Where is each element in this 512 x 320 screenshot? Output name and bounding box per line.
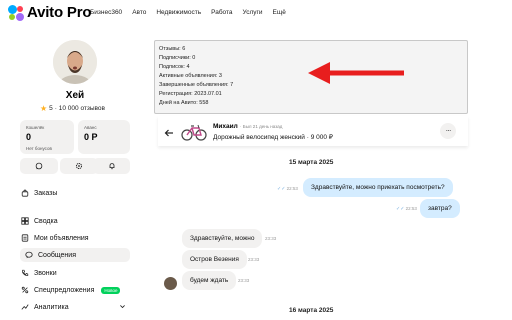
sidebar-item-special-offers[interactable]: Спецпредложения Новое — [20, 283, 121, 297]
ad-title[interactable]: Дорожный велосипед женский · 9 000 ₽ — [213, 133, 333, 141]
message-time: 23:33 — [265, 236, 277, 241]
top-nav: Бизнес360 Авто Недвижимость Работа Услуг… — [90, 9, 286, 16]
avito-pro-logo[interactable]: Avito Pro — [8, 4, 92, 21]
nav-realty[interactable]: Недвижимость — [156, 9, 201, 16]
date-separator: 15 марта 2025 — [289, 159, 334, 166]
sidebar-item-summary[interactable]: Сводка — [20, 214, 58, 228]
chevron-down-icon[interactable] — [119, 303, 126, 312]
avatar[interactable] — [53, 40, 97, 84]
support-button[interactable] — [20, 158, 58, 174]
nav-more[interactable]: Ещё — [273, 9, 286, 16]
sidebar-item-label: Спецпредложения — [34, 286, 95, 294]
wallet-value: 0 — [26, 132, 32, 142]
reviews-count: · 10 000 отзывов — [54, 105, 106, 112]
nav-services[interactable]: Услуги — [243, 9, 263, 16]
chat-header: Михаил · Был 21 день назад Дорожный вело… — [158, 116, 468, 146]
info-finished-ads: Завершенные объявления: 7 — [159, 82, 234, 88]
message-time: ✓✓ 22:53 — [396, 206, 417, 212]
sidebar-item-orders[interactable]: Заказы — [20, 186, 57, 200]
red-arrow-annotation — [308, 62, 404, 84]
info-days-on-avito: Дней на Авито: 558 — [159, 100, 209, 106]
info-subscriptions: Подписок: 4 — [159, 64, 190, 70]
nav-jobs[interactable]: Работа — [211, 9, 232, 16]
bell-icon — [109, 163, 114, 170]
message-time: 23:33 — [238, 278, 250, 283]
chart-icon — [20, 303, 29, 312]
percent-icon — [20, 286, 29, 295]
star-icon: ★ — [40, 104, 48, 113]
outgoing-message: завтра? — [420, 199, 460, 218]
outgoing-message: Здравствуйте, можно приехать посмотреть? — [303, 178, 453, 197]
nav-business360[interactable]: Бизнес360 — [90, 9, 122, 16]
sidebar-item-label: Аналитика — [34, 303, 69, 311]
contact-avatar[interactable] — [164, 277, 177, 290]
grid-icon — [20, 217, 29, 226]
read-checks-icon: ✓✓ — [396, 206, 405, 212]
wallet-card[interactable]: Кошелёк 0 Нет бонусов — [20, 120, 74, 154]
sidebar-item-label: Сообщения — [38, 251, 76, 259]
info-registration: Регистрация: 2023.07.01 — [159, 91, 222, 97]
wallet-label: Кошелёк — [26, 125, 45, 130]
date-separator: 16 марта 2025 — [289, 307, 334, 314]
sidebar-item-label: Мои объявления — [34, 234, 89, 242]
incoming-message: Остров Везения — [182, 250, 247, 269]
top-bar: Avito Pro Бизнес360 Авто Недвижимость Ра… — [0, 0, 512, 26]
more-options-button[interactable]: ··· — [440, 123, 456, 139]
rating[interactable]: ★ 5 · 10 000 отзывов — [40, 104, 105, 113]
info-active-ads: Активные объявления: 3 — [159, 73, 222, 79]
read-checks-icon: ✓✓ — [277, 186, 286, 192]
sidebar-item-analytics[interactable]: Аналитика — [20, 300, 130, 314]
chat-bubble-icon — [35, 162, 43, 170]
notifications-button[interactable] — [93, 158, 130, 174]
list-icon — [20, 234, 29, 243]
logo-text: Avito Pro — [27, 4, 92, 21]
phone-icon — [20, 269, 29, 278]
bicycle-thumbnail[interactable] — [180, 121, 208, 143]
logo-icon — [8, 4, 24, 21]
info-reviews: Отзывы: 6 — [159, 46, 186, 52]
sidebar-item-my-ads[interactable]: Мои объявления — [20, 231, 89, 245]
profile-name: Хей — [65, 90, 85, 101]
nav-auto[interactable]: Авто — [132, 9, 146, 16]
rating-value: 5 — [49, 105, 53, 112]
message-time: ✓✓ 22:53 — [277, 186, 298, 192]
back-arrow-icon[interactable] — [164, 125, 174, 137]
advance-value: 0 Р — [84, 132, 98, 142]
chat-contact-name[interactable]: Михаил — [213, 123, 238, 130]
sidebar-item-label: Сводка — [34, 217, 58, 225]
gear-icon — [75, 162, 83, 170]
sidebar-item-messages[interactable]: Сообщения — [20, 248, 130, 262]
new-badge: Новое — [101, 286, 121, 294]
message-time-value: 22:53 — [286, 186, 298, 191]
sidebar-item-label: Звонки — [34, 269, 57, 277]
chat-icon — [24, 251, 33, 260]
advance-label: Аванс — [84, 125, 97, 130]
message-time-value: 22:53 — [405, 206, 417, 211]
incoming-message: будем ждать — [182, 271, 237, 290]
sidebar-item-label: Заказы — [34, 189, 58, 197]
wallet-bonus: Нет бонусов — [26, 146, 52, 151]
incoming-message: Здравствуйте, можно — [182, 229, 263, 248]
last-seen: · Был 21 день назад — [240, 124, 283, 129]
sidebar-item-calls[interactable]: Звонки — [20, 266, 57, 280]
info-followers: Подписчики: 0 — [159, 55, 196, 61]
advance-card[interactable]: Аванс 0 Р — [78, 120, 130, 154]
message-time: 23:33 — [248, 257, 260, 262]
bag-icon — [20, 189, 29, 198]
